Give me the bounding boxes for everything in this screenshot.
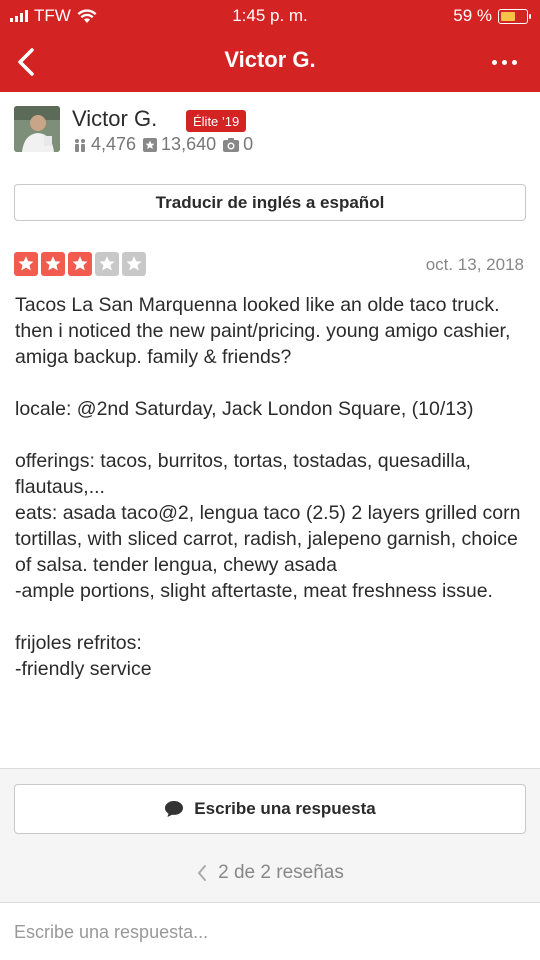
more-dot-icon: [501, 59, 507, 65]
star-filled-icon: [14, 252, 38, 276]
star-rating: [14, 252, 146, 276]
photos-count: 0: [243, 134, 254, 154]
review-pager: 2 de 2 reseñas: [0, 862, 540, 884]
battery-percent: 59 %: [453, 6, 492, 25]
star-empty-icon: [122, 252, 146, 276]
page-title: Victor G.: [224, 47, 316, 72]
speech-bubble-icon: [165, 801, 184, 817]
elite-badge: Élite ’19: [186, 110, 247, 132]
review-text: Tacos La San Marquenna looked like an ol…: [15, 294, 521, 680]
more-options-button[interactable]: [484, 42, 524, 82]
more-dot-icon: [511, 59, 517, 65]
star-filled-icon: [68, 252, 92, 276]
chevron-left-icon[interactable]: [196, 864, 208, 882]
reviewer-stats: 4,476 13,640 0: [72, 134, 253, 155]
star-filled-icon: [41, 252, 65, 276]
reviews-count: 13,640: [161, 134, 217, 154]
reviewer-name[interactable]: Victor G.: [72, 106, 157, 132]
reply-input[interactable]: [14, 915, 524, 949]
battery-icon: [498, 8, 531, 24]
app-header: TFW 1:45 p. m. 59 % Victor G.: [0, 0, 540, 92]
write-reply-button[interactable]: Escribe una respuesta: [14, 784, 526, 834]
more-dot-icon: [491, 59, 497, 65]
star-empty-icon: [95, 252, 119, 276]
avatar[interactable]: [14, 106, 60, 152]
friends-count: 4,476: [91, 134, 137, 154]
navigation-bar: Victor G.: [0, 32, 540, 92]
translate-button[interactable]: Traducir de inglés a español: [14, 184, 526, 221]
reply-input-bar: [0, 902, 540, 960]
pager-label: 2 de 2 reseñas: [218, 862, 344, 883]
write-reply-label: Escribe una respuesta: [194, 799, 376, 818]
status-bar: TFW 1:45 p. m. 59 %: [0, 0, 540, 32]
reviewer-profile[interactable]: Victor G. Élite ’19 4,476 13,640 0: [14, 106, 526, 158]
friends-icon: [75, 138, 85, 152]
camera-icon: [223, 137, 240, 152]
review-star-icon: [143, 137, 158, 152]
review-date: oct. 13, 2018: [425, 255, 524, 274]
